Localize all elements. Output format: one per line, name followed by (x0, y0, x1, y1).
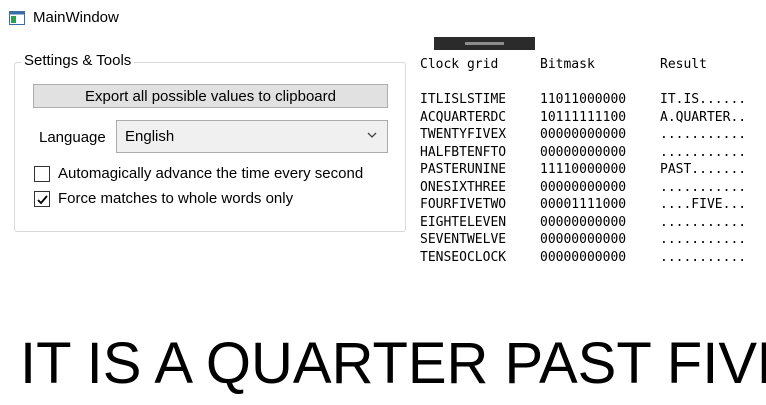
clock-cell: ONESIXTHREE (420, 179, 507, 195)
clock-cell: ITLISLSTIME (420, 92, 507, 107)
result-cell: ........... (660, 214, 747, 230)
bitmask-cell: 00000000000 (540, 179, 627, 195)
clock-cell: ACQUARTERDC (420, 109, 507, 125)
grid-row: EIGHTELEVEN 00000000000 ........... (0, 215, 766, 232)
bitmask-cell: 11011000000 (540, 92, 627, 107)
clock-cell: SEVENTWELVE (420, 232, 507, 247)
result-cell: ........... (660, 127, 747, 142)
grid-row: FOURFIVETWO 00001111000 ....FIVE... (0, 197, 766, 214)
window-icon (9, 11, 25, 25)
grid-row: SEVENTWELVE 00000000000 ........... (0, 232, 766, 249)
result-cell: ........... (660, 179, 747, 195)
result-cell: IT.IS...... (660, 92, 747, 107)
result-cell: ........... (660, 144, 747, 160)
result-cell: ........... (660, 232, 747, 247)
bitmask-cell: 10111111100 (540, 109, 627, 125)
result-cell: PAST....... (660, 162, 747, 177)
header-bitmask: Bitmask (540, 57, 595, 72)
bitmask-cell: 00000000000 (540, 144, 627, 160)
grid-row: ONESIXTHREE 00000000000 ........... (0, 180, 766, 197)
bitmask-cell: 11110000000 (540, 162, 627, 177)
grid-row: PASTERUNINE 11110000000 PAST....... (0, 162, 766, 179)
grid-row: HALFBTENFTO 00000000000 ........... (0, 145, 766, 162)
header-clock-grid: Clock grid (420, 57, 499, 72)
clock-cell: FOURFIVETWO (420, 197, 507, 212)
result-cell: ....FIVE... (660, 197, 747, 212)
grid-row: ITLISLSTIME 11011000000 IT.IS...... (0, 92, 766, 109)
splitter-grip (465, 42, 504, 45)
grid-row: TWENTYFIVEX 00000000000 ........... (0, 127, 766, 144)
header-result: Result (660, 57, 707, 72)
grid-row: ACQUARTERDC 10111111100 A.QUARTER.. (0, 110, 766, 127)
bitmask-cell: 00000000000 (540, 214, 627, 230)
result-cell: ........... (660, 249, 747, 265)
bitmask-cell: 00000000000 (540, 127, 627, 142)
bitmask-cell: 00001111000 (540, 197, 627, 212)
result-cell: A.QUARTER.. (660, 109, 747, 125)
splitter-handle[interactable] (434, 37, 535, 50)
clock-cell: TENSEOCLOCK (420, 249, 507, 265)
grid-row: TENSEOCLOCK 00000000000 ........... (0, 250, 766, 267)
settings-group-title: Settings & Tools (21, 52, 135, 69)
clock-cell: EIGHTELEVEN (420, 214, 507, 230)
bitmask-cell: 00000000000 (540, 249, 627, 265)
clock-cell: PASTERUNINE (420, 162, 507, 177)
time-phrase: IT IS A QUARTER PAST FIVE (20, 331, 766, 396)
clock-cell: HALFBTENFTO (420, 144, 507, 160)
window-title: MainWindow (33, 9, 119, 26)
clock-cell: TWENTYFIVEX (420, 127, 507, 142)
title-bar: MainWindow (0, 0, 766, 36)
bitmask-cell: 00000000000 (540, 232, 627, 247)
